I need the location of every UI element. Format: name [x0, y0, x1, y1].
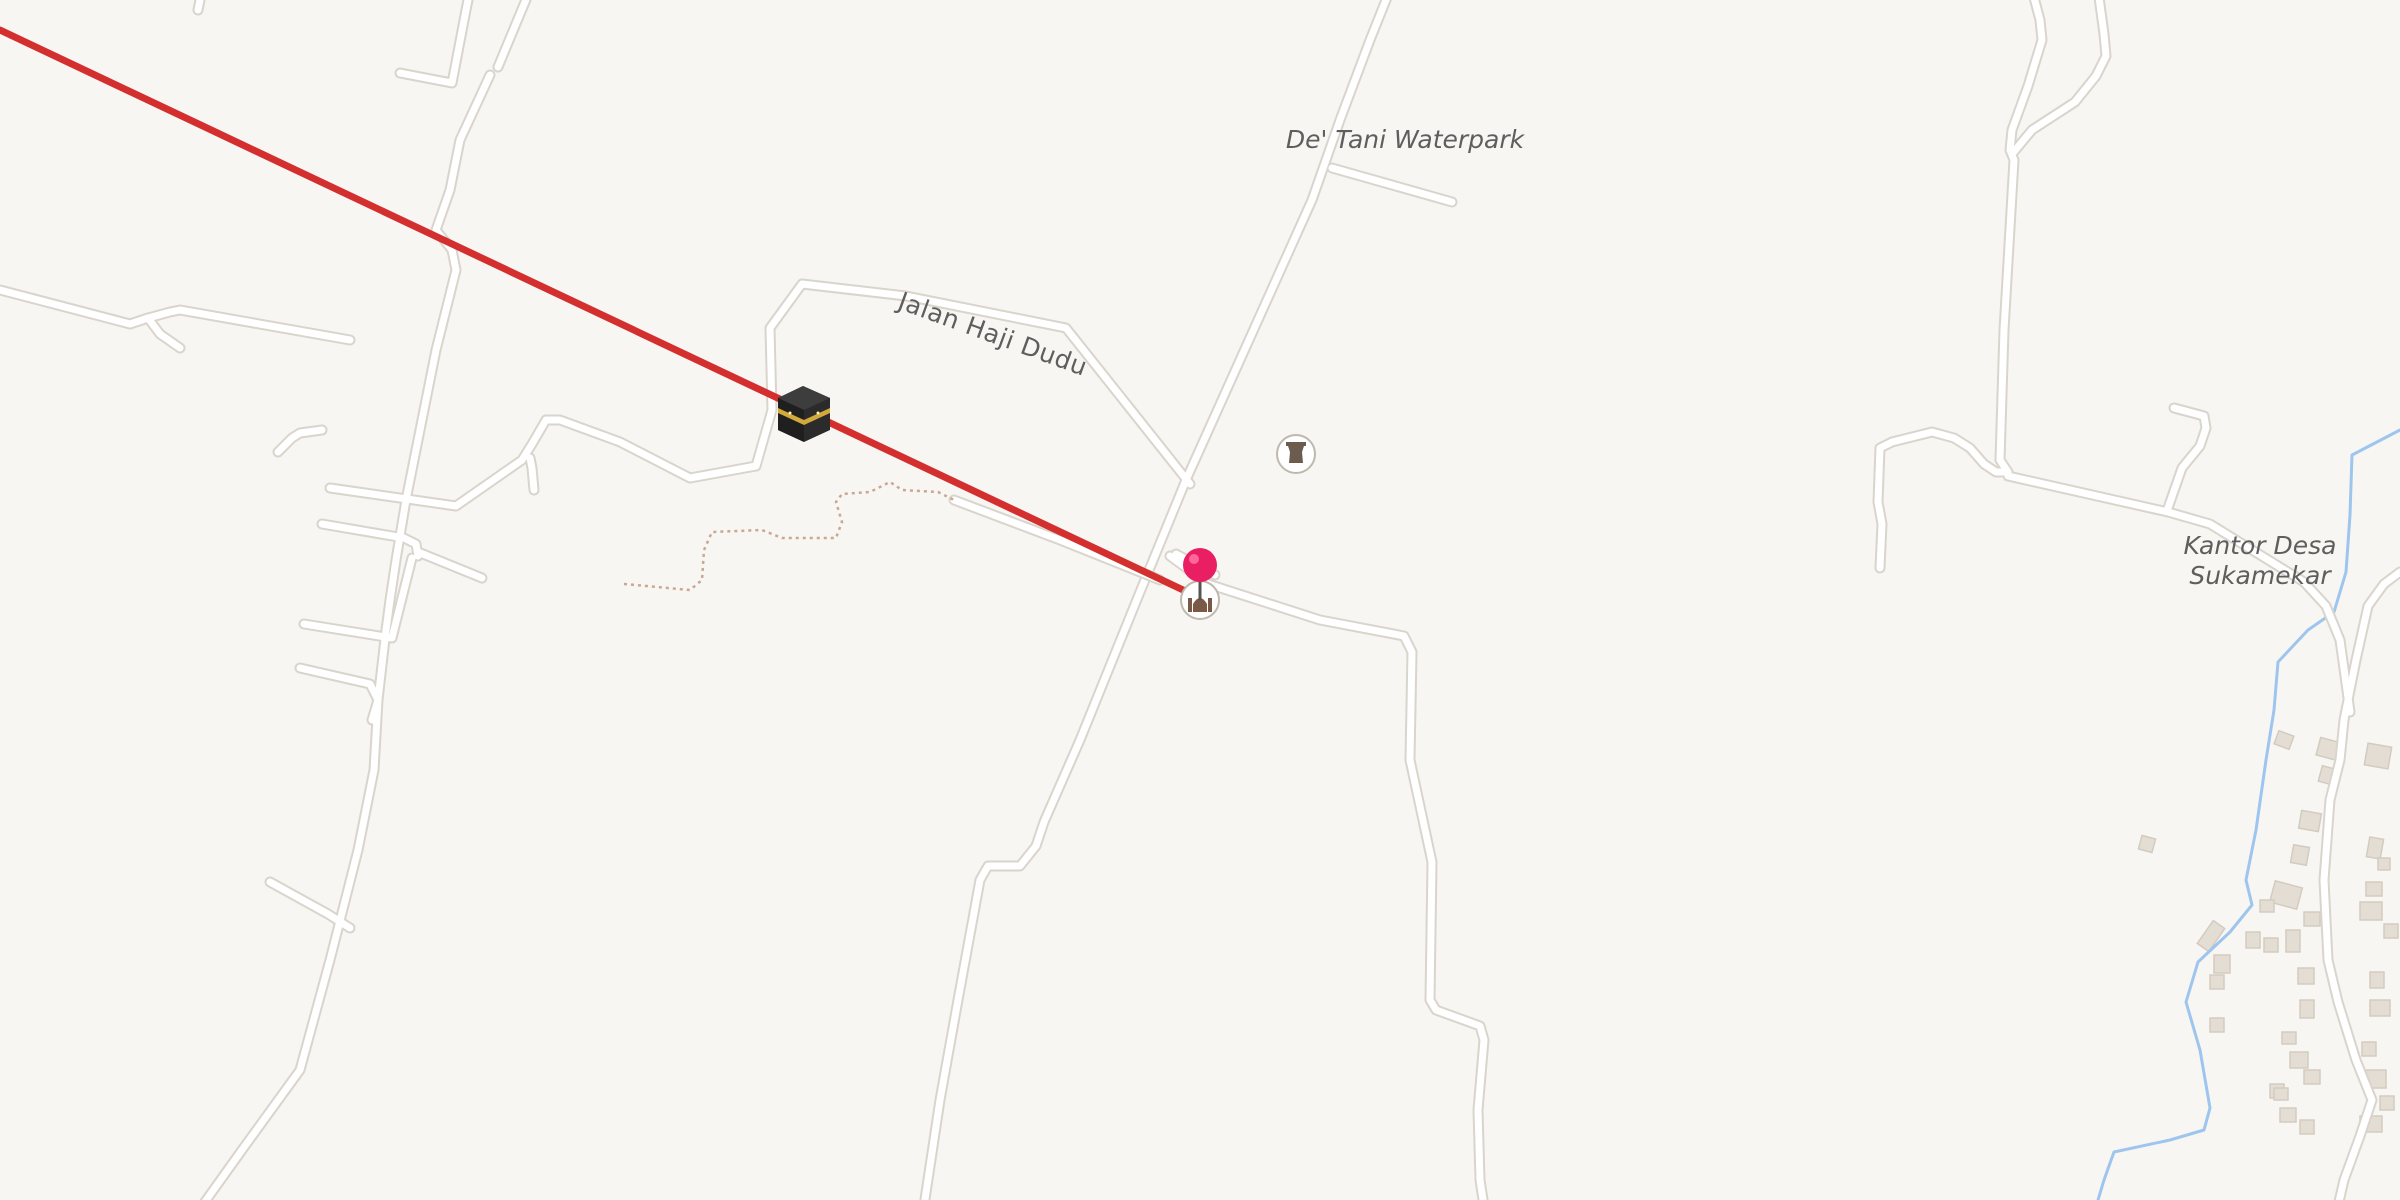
monument-icon[interactable] [1276, 434, 1316, 474]
poi-label-kantor-desa-line1[interactable]: Kantor Desa [2184, 531, 2337, 560]
poi-label-waterpark[interactable]: De' Tani Waterpark [1286, 125, 1526, 154]
poi-label-kantor-desa-line2[interactable]: Sukamekar [2189, 561, 2332, 590]
map-canvas[interactable]: De' Tani Waterpark Jalan Haji Dudu Kanto… [0, 0, 2400, 1200]
